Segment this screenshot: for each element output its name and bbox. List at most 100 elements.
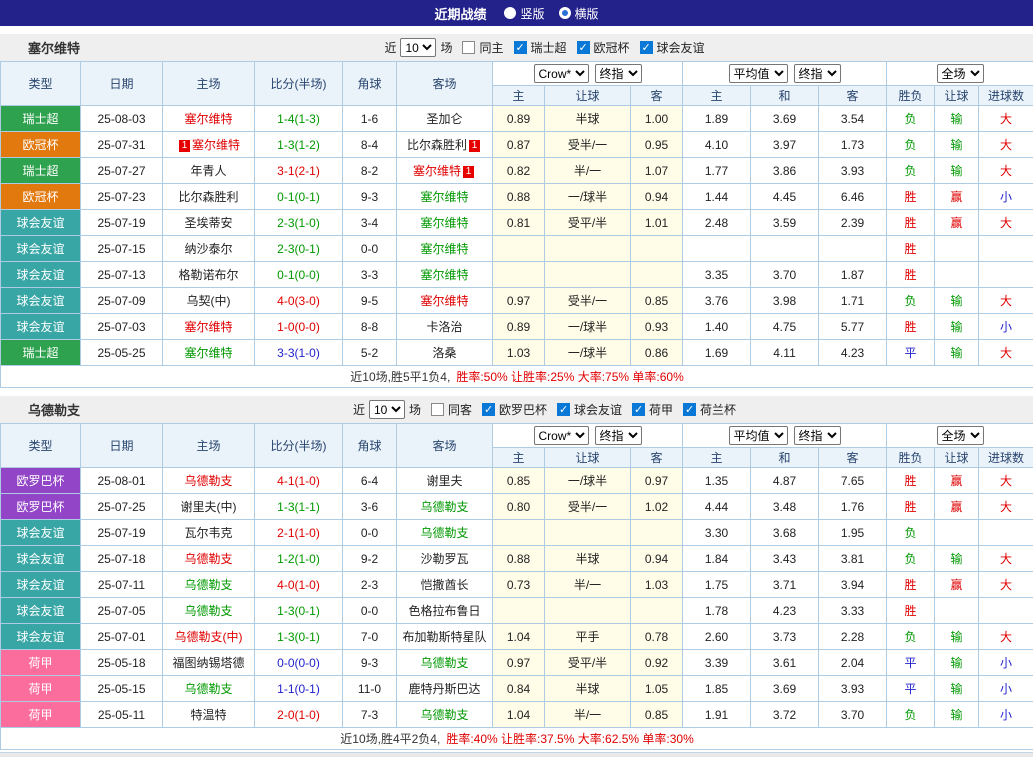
- avg-odds-home: 3.35: [683, 262, 751, 288]
- final-index-select[interactable]: 终指: [794, 426, 841, 445]
- match-score: 1-3(0-1): [255, 598, 343, 624]
- section-gap: [0, 26, 1033, 34]
- match-score: 2-1(1-0): [255, 520, 343, 546]
- match-score: 0-1(0-1): [255, 184, 343, 210]
- avg-odds-home: 1.75: [683, 572, 751, 598]
- result-goals: 大: [979, 132, 1033, 158]
- league-filter-checkbox[interactable]: [632, 403, 645, 416]
- result-handicap: 赢: [935, 494, 979, 520]
- final-index-select[interactable]: 终指: [595, 426, 642, 445]
- avg-odds-draw: 3.72: [751, 702, 819, 728]
- away-team-cell: 谢里夫: [397, 468, 493, 494]
- team-label: 特温特: [190, 708, 226, 722]
- avg-odds-home: 1.69: [683, 340, 751, 366]
- corner-score: 9-3: [343, 650, 397, 676]
- result-outcome: 胜: [887, 314, 935, 340]
- handicap-odds-home: [493, 236, 545, 262]
- match-row: 球会友谊25-07-03塞尔维特1-0(0-0)8-8卡洛治0.89一/球半0.…: [1, 314, 1033, 340]
- venue-filter-checkbox[interactable]: [431, 403, 444, 416]
- avg-odds-home: 2.48: [683, 210, 751, 236]
- final-index-select[interactable]: 终指: [794, 64, 841, 83]
- full-match-select[interactable]: 全场: [937, 64, 984, 83]
- avg-odds-away: 3.33: [819, 598, 887, 624]
- league-filter-checkbox[interactable]: [482, 403, 495, 416]
- handicap-odds-home: 0.97: [493, 650, 545, 676]
- corner-score: 8-4: [343, 132, 397, 158]
- bookmaker-select[interactable]: Crow*: [534, 64, 589, 83]
- league-type-cell: 球会友谊: [1, 520, 81, 546]
- home-team-cell: 格勒诺布尔: [163, 262, 255, 288]
- team-label: 鹿特丹斯巴达: [408, 682, 480, 696]
- team-label: 乌德勒支(中): [175, 630, 243, 644]
- league-filter-checkbox[interactable]: [640, 41, 653, 54]
- handicap-odds-away: [631, 236, 683, 262]
- league-type-cell: 欧冠杯: [1, 132, 81, 158]
- result-goals: 小: [979, 702, 1033, 728]
- radio-icon: [559, 7, 571, 19]
- match-date: 25-07-31: [81, 132, 163, 158]
- league-filter-checkbox[interactable]: [683, 403, 696, 416]
- sub-column-header: 主: [683, 448, 751, 468]
- handicap-odds-away: 0.78: [631, 624, 683, 650]
- match-date: 25-05-25: [81, 340, 163, 366]
- radio-horizontal[interactable]: 横版: [559, 5, 599, 22]
- result-outcome: 负: [887, 546, 935, 572]
- handicap-line: 一/球半: [545, 184, 631, 210]
- average-select[interactable]: 平均值: [729, 426, 788, 445]
- home-team-cell: 乌德勒支: [163, 676, 255, 702]
- corner-score: 8-8: [343, 314, 397, 340]
- league-filter-checkbox[interactable]: [557, 403, 570, 416]
- handicap-line: [545, 520, 631, 546]
- bookmaker-select[interactable]: Crow*: [534, 426, 589, 445]
- league-filter-checkbox[interactable]: [577, 41, 590, 54]
- result-outcome: 负: [887, 106, 935, 132]
- home-team-cell: 瓦尔韦克: [163, 520, 255, 546]
- match-score: 4-0(3-0): [255, 288, 343, 314]
- result-outcome: 平: [887, 340, 935, 366]
- summary-prefix: 近10场,胜4平2负4,: [340, 732, 440, 746]
- corner-score: 11-0: [343, 676, 397, 702]
- sub-column-header: 主: [493, 86, 545, 106]
- full-match-select[interactable]: 全场: [937, 426, 984, 445]
- column-header: 比分(半场): [255, 424, 343, 468]
- match-score: 1-1(0-1): [255, 676, 343, 702]
- radio-vertical[interactable]: 竖版: [504, 5, 544, 22]
- handicap-odds-away: 1.01: [631, 210, 683, 236]
- recent-filter: 近10场同主瑞士超欧冠杯球会友谊: [384, 38, 704, 57]
- result-handicap: 赢: [935, 184, 979, 210]
- sub-column-header: 主: [683, 86, 751, 106]
- league-filter-label: 欧冠杯: [594, 39, 630, 56]
- avg-odds-home: 3.30: [683, 520, 751, 546]
- team-label: 瓦尔韦克: [184, 526, 232, 540]
- handicap-odds-home: 0.89: [493, 314, 545, 340]
- recent-label: 近: [353, 401, 365, 418]
- result-handicap: 输: [935, 702, 979, 728]
- match-row: 欧罗巴杯25-08-01乌德勒支4-1(1-0)6-4谢里夫0.85一/球半0.…: [1, 468, 1033, 494]
- page-title: 近期战绩: [434, 4, 486, 23]
- match-count-select[interactable]: 10: [369, 400, 405, 419]
- team-label: 色格拉布鲁日: [408, 604, 480, 618]
- average-select[interactable]: 平均值: [729, 64, 788, 83]
- avg-odds-draw: 3.97: [751, 132, 819, 158]
- result-handicap: [935, 236, 979, 262]
- handicap-line: 平手: [545, 624, 631, 650]
- match-row: 欧冠杯25-07-311塞尔维特1-3(1-2)8-4比尔森胜利10.87受半/…: [1, 132, 1033, 158]
- summary-stats: 胜率:40% 让胜率:37.5% 大率:62.5% 单率:30%: [446, 732, 693, 746]
- avg-odds-draw: 3.86: [751, 158, 819, 184]
- avg-odds-draw: 4.87: [751, 468, 819, 494]
- match-row: 球会友谊25-07-09乌契(中)4-0(3-0)9-5塞尔维特0.97受半/一…: [1, 288, 1033, 314]
- handicap-line: 一/球半: [545, 340, 631, 366]
- handicap-odds-home: [493, 598, 545, 624]
- avg-odds-away: 1.73: [819, 132, 887, 158]
- summary-row: 近10场,胜5平1负4,胜率:50% 让胜率:25% 大率:75% 单率:60%: [1, 366, 1033, 388]
- match-date: 25-07-18: [81, 546, 163, 572]
- venue-filter-checkbox[interactable]: [462, 41, 475, 54]
- result-goals: 大: [979, 624, 1033, 650]
- handicap-odds-away: 0.85: [631, 702, 683, 728]
- match-date: 25-05-18: [81, 650, 163, 676]
- radio-label: 竖版: [520, 5, 544, 22]
- final-index-select[interactable]: 终指: [595, 64, 642, 83]
- match-count-select[interactable]: 10: [400, 38, 436, 57]
- league-filter-checkbox[interactable]: [514, 41, 527, 54]
- away-team-cell: 比尔森胜利1: [397, 132, 493, 158]
